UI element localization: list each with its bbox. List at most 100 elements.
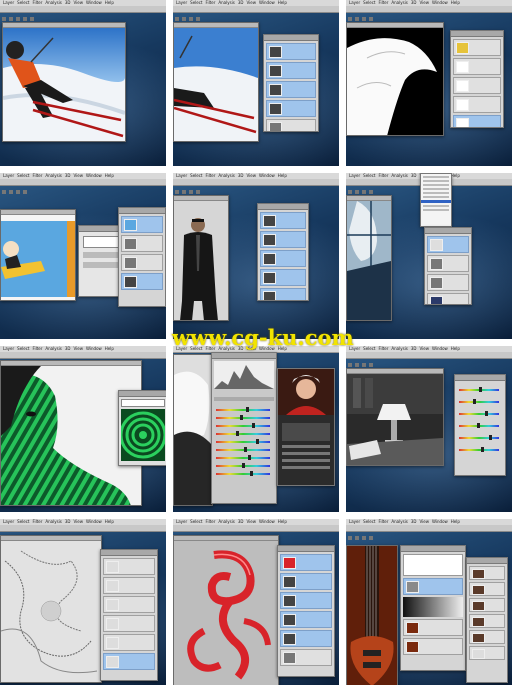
menu-item-layer[interactable]: Layer — [3, 0, 14, 5]
menu-item-analysis[interactable]: Analysis — [218, 519, 234, 524]
menu-item-select[interactable]: Select — [363, 173, 375, 178]
menu-item-help[interactable]: Help — [278, 0, 287, 5]
menu-item-filter[interactable]: Filter — [33, 346, 43, 351]
menu-item-help[interactable]: Help — [105, 173, 114, 178]
menu-item-view[interactable]: View — [74, 0, 84, 5]
menu-item-select[interactable]: Select — [190, 0, 202, 5]
layers-panel[interactable] — [257, 203, 309, 301]
menu-item-window[interactable]: Window — [259, 0, 275, 5]
layers-panel[interactable] — [263, 34, 319, 132]
menu-item-help[interactable]: Help — [278, 519, 287, 524]
menu-item-select[interactable]: Select — [363, 346, 375, 351]
menu-item-filter[interactable]: Filter — [379, 0, 389, 5]
menu-item-view[interactable]: View — [247, 519, 257, 524]
menu-item-layer[interactable]: Layer — [3, 346, 14, 351]
menu-item-help[interactable]: Help — [105, 519, 114, 524]
document-window[interactable] — [346, 368, 444, 466]
menu-item-filter[interactable]: Filter — [206, 173, 216, 178]
document-window[interactable] — [173, 22, 259, 142]
menu-item-window[interactable]: Window — [86, 346, 102, 351]
tile-guitar-compositing[interactable]: Layer Select Filter Analysis 3D View Window Hel… — [346, 519, 512, 685]
document-window[interactable] — [346, 22, 444, 136]
menu-item-select[interactable]: Select — [17, 0, 29, 5]
menu-item-select[interactable]: Select — [17, 519, 29, 524]
menu-item-3d[interactable]: 3D — [411, 173, 417, 178]
pattern-dialog[interactable] — [118, 390, 166, 466]
document-window[interactable] — [346, 545, 398, 685]
menu-item-analysis[interactable]: Analysis — [391, 0, 407, 5]
menu-item-analysis[interactable]: Analysis — [45, 519, 61, 524]
document-window[interactable] — [0, 535, 102, 683]
menu-item-layer[interactable]: Layer — [176, 519, 187, 524]
menu-item-analysis[interactable]: Analysis — [45, 0, 61, 5]
menu-item-select[interactable]: Select — [363, 0, 375, 5]
brush-presets-panel[interactable] — [466, 557, 508, 683]
menu-item-view[interactable]: View — [420, 346, 430, 351]
menu-item-filter[interactable]: Filter — [206, 519, 216, 524]
menu-item-select[interactable]: Select — [190, 173, 202, 178]
menu-item-help[interactable]: Help — [451, 519, 460, 524]
menu-item-window[interactable]: Window — [86, 519, 102, 524]
menu-item-3d[interactable]: 3D — [65, 346, 71, 351]
menu-item-window[interactable]: Window — [86, 173, 102, 178]
menu-item-help[interactable]: Help — [451, 173, 460, 178]
menu-item-layer[interactable]: Layer — [176, 0, 187, 5]
layers-panel[interactable] — [424, 227, 472, 305]
camera-raw-panel[interactable] — [211, 352, 277, 504]
menu-item-analysis[interactable]: Analysis — [45, 346, 61, 351]
layers-panel[interactable] — [118, 207, 166, 307]
tile-camera-raw-hdr[interactable]: Layer Select Filter Analysis 3D View Window Hel… — [173, 346, 339, 512]
menu-item-window[interactable]: Window — [432, 519, 448, 524]
tile-skier-photo[interactable]: Layer Select Filter Analysis 3D View Window Hel… — [0, 0, 166, 166]
tile-hair-mask[interactable]: Layer Select Filter Analysis 3D View Window Hel… — [346, 0, 512, 166]
menu-item-3d[interactable]: 3D — [411, 0, 417, 5]
menu-item-analysis[interactable]: Analysis — [391, 173, 407, 178]
menu-item-3d[interactable]: 3D — [65, 173, 71, 178]
hdr-toning-dialog[interactable] — [277, 368, 335, 486]
menu-item-select[interactable]: Select — [17, 346, 29, 351]
menu-item-help[interactable]: Help — [451, 346, 460, 351]
menu-item-layer[interactable]: Layer — [3, 519, 14, 524]
menu-item-filter[interactable]: Filter — [379, 519, 389, 524]
tile-skier-layers[interactable]: Layer Select Filter Analysis 3D View Window Hel… — [173, 0, 339, 166]
menu-item-3d[interactable]: 3D — [411, 519, 417, 524]
menu-item-help[interactable]: Help — [105, 346, 114, 351]
document-window[interactable] — [2, 22, 126, 142]
tile-green-zebra-woman[interactable]: Layer Select Filter Analysis 3D View Window Hel… — [0, 346, 166, 512]
tile-sketch-map[interactable]: Layer Select Filter Analysis 3D View Window Hel… — [0, 519, 166, 685]
menu-item-3d[interactable]: 3D — [238, 0, 244, 5]
menu-item-3d[interactable]: 3D — [65, 0, 71, 5]
menu-item-analysis[interactable]: Analysis — [218, 0, 234, 5]
menu-item-view[interactable]: View — [247, 173, 257, 178]
menu-item-view[interactable]: View — [247, 0, 257, 5]
document-window[interactable] — [173, 535, 279, 685]
layers-panel[interactable] — [400, 545, 466, 671]
menu-item-view[interactable]: View — [420, 0, 430, 5]
menu-item-3d[interactable]: 3D — [238, 173, 244, 178]
document-window[interactable] — [346, 195, 392, 321]
menu-item-window[interactable]: Window — [432, 346, 448, 351]
menu-item-analysis[interactable]: Analysis — [45, 173, 61, 178]
menu-item-filter[interactable]: Filter — [33, 519, 43, 524]
menu-item-view[interactable]: View — [420, 519, 430, 524]
menu-item-filter[interactable]: Filter — [379, 173, 389, 178]
blend-mode-menu[interactable] — [420, 173, 452, 227]
menu-item-filter[interactable]: Filter — [379, 346, 389, 351]
menu-item-filter[interactable]: Filter — [33, 173, 43, 178]
tile-lamp-interior[interactable]: Layer Select Filter Analysis 3D View Window Hel… — [346, 346, 512, 512]
menu-item-layer[interactable]: Layer — [349, 519, 360, 524]
menu-item-select[interactable]: Select — [17, 173, 29, 178]
tile-man-portrait[interactable]: Layer Select Filter Analysis 3D View Window Hel… — [173, 173, 339, 339]
tile-blue-portrait-blend-menu[interactable]: LayerSelectFilterAnalysis3DViewWindowHel… — [346, 173, 512, 339]
menu-item-filter[interactable]: Filter — [33, 0, 43, 5]
menu-item-3d[interactable]: 3D — [65, 519, 71, 524]
menu-item-window[interactable]: Window — [259, 173, 275, 178]
tile-snowboard-collage[interactable]: Layer Select Filter Analysis 3D View Window Hel… — [0, 173, 166, 339]
document-window[interactable] — [173, 195, 229, 321]
menu-item-layer[interactable]: Layer — [349, 173, 360, 178]
menu-item-window[interactable]: Window — [86, 0, 102, 5]
menu-item-window[interactable]: Window — [432, 0, 448, 5]
menu-item-help[interactable]: Help — [451, 0, 460, 5]
menu-item-analysis[interactable]: Analysis — [391, 346, 407, 351]
menu-item-window[interactable]: Window — [259, 519, 275, 524]
